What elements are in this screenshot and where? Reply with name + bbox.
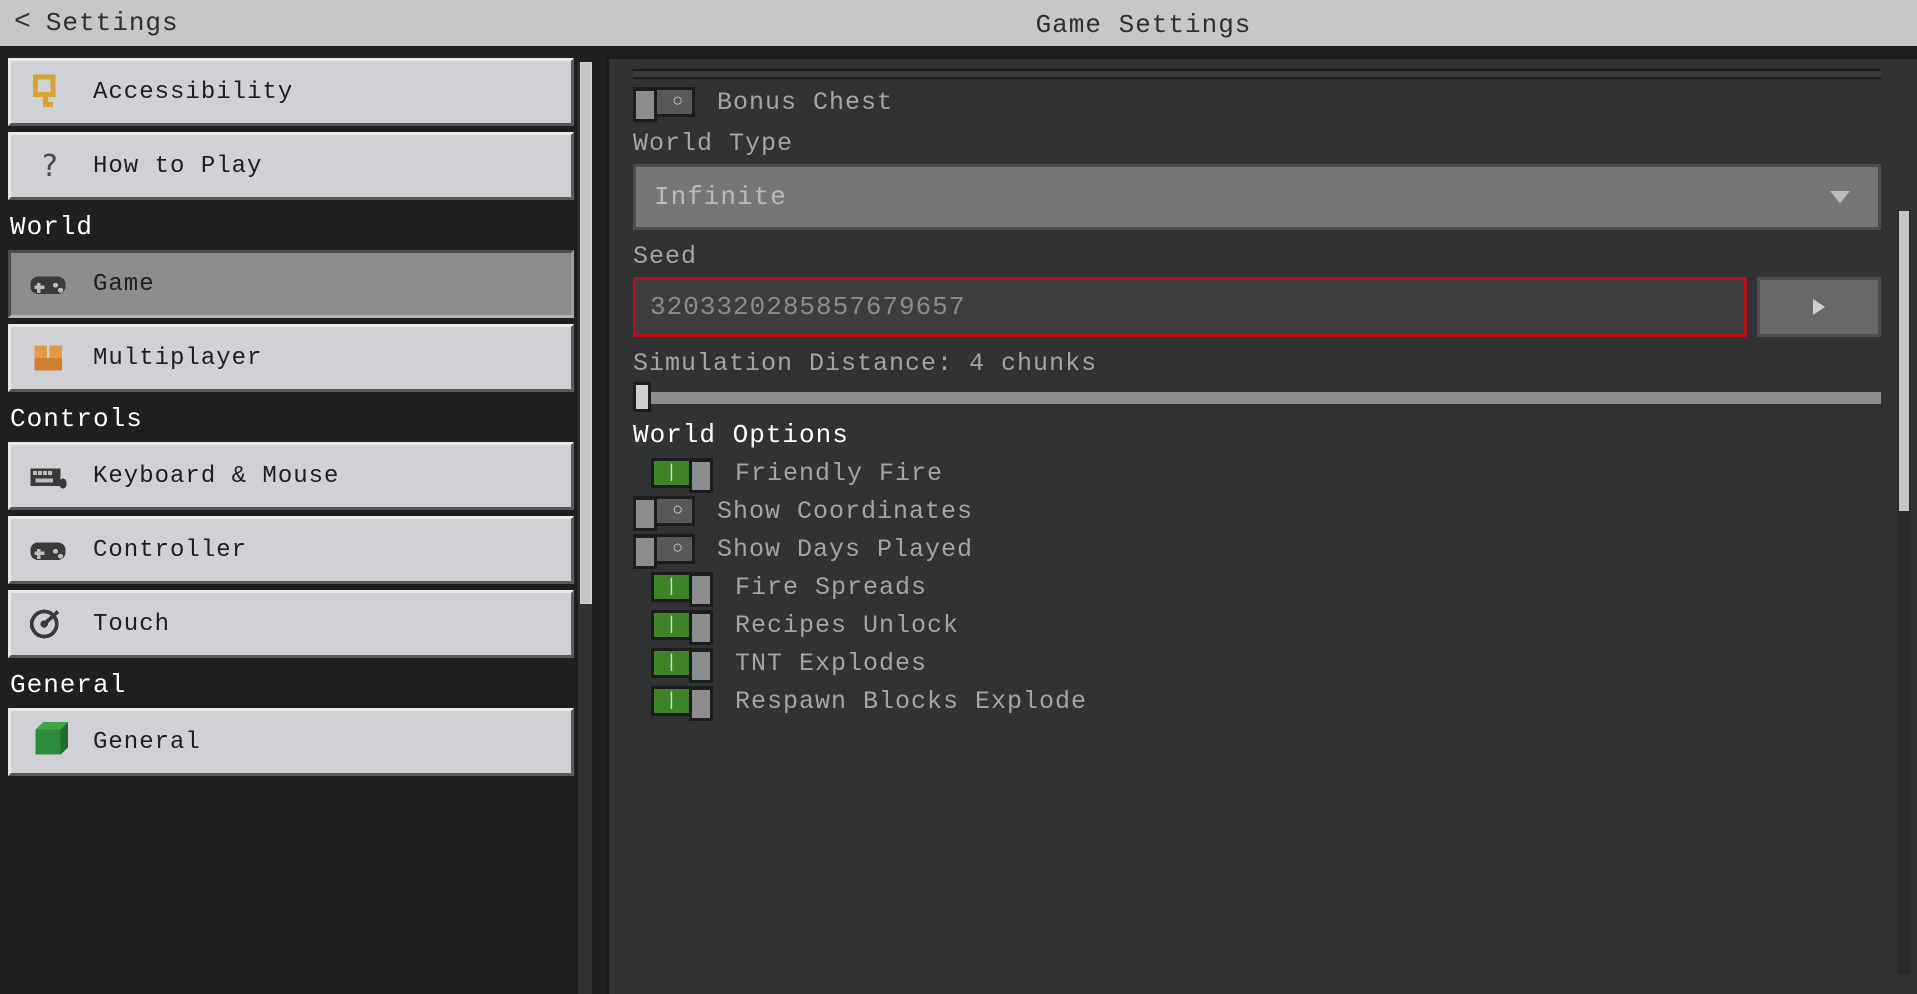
bonus-chest-label: Bonus Chest: [717, 88, 893, 117]
sidebar-item-general[interactable]: General: [8, 708, 574, 776]
sidebar-group-label: Controls: [8, 398, 574, 442]
sidebar-item-how-to-play[interactable]: ? How to Play: [8, 132, 574, 200]
sidebar-item-keyboard-mouse[interactable]: Keyboard & Mouse: [8, 442, 574, 510]
chevron-right-icon: [1813, 299, 1825, 315]
world-type-value: Infinite: [654, 182, 787, 212]
tnt-explodes-toggle[interactable]: [651, 648, 713, 678]
seed-picker-button[interactable]: [1757, 277, 1881, 337]
sidebar-item-game[interactable]: Game: [8, 250, 574, 318]
sidebar-item-label: Controller: [93, 537, 247, 564]
recipes-unlock-toggle[interactable]: [651, 610, 713, 640]
seed-value: 3203320285857679657: [650, 292, 965, 322]
sidebar-item-label: Game: [93, 271, 155, 298]
respawn-blocks-explode-toggle[interactable]: [651, 686, 713, 716]
sidebar-item-controller[interactable]: Controller: [8, 516, 574, 584]
back-button[interactable]: < Settings: [14, 8, 179, 38]
sidebar-item-multiplayer[interactable]: Multiplayer: [8, 324, 574, 392]
show-days-played-label: Show Days Played: [717, 535, 973, 564]
world-type-dropdown[interactable]: Infinite: [633, 164, 1881, 230]
simulation-distance-slider[interactable]: [633, 384, 1881, 410]
svg-text:?: ?: [41, 149, 60, 184]
gamepad-icon: [25, 261, 71, 307]
world-type-label: World Type: [633, 129, 1881, 158]
sidebar-scrollbar-thumb[interactable]: [580, 62, 592, 604]
game-settings-panel: Bonus Chest World Type Infinite Seed 320…: [606, 56, 1917, 994]
chevron-left-icon: <: [14, 9, 32, 37]
bonus-chest-toggle[interactable]: [633, 87, 695, 117]
tnt-explodes-label: TNT Explodes: [735, 649, 927, 678]
page-title: Game Settings: [1036, 10, 1252, 40]
slider-handle[interactable]: [633, 382, 651, 412]
friendly-fire-toggle[interactable]: [651, 458, 713, 488]
simulation-distance-label: Simulation Distance: 4 chunks: [633, 349, 1881, 378]
question-icon: ?: [25, 143, 71, 189]
touch-icon: [25, 601, 71, 647]
keyboard-icon: [25, 453, 71, 499]
main-scrollbar[interactable]: [1897, 211, 1911, 974]
show-days-played-toggle[interactable]: [633, 534, 695, 564]
cube-icon: [25, 719, 71, 765]
sidebar-group-label: World: [8, 206, 574, 250]
sidebar-group-label: General: [8, 664, 574, 708]
main-scrollbar-thumb[interactable]: [1899, 211, 1909, 511]
sidebar-item-label: Touch: [93, 611, 170, 638]
panel-top-divider: [633, 69, 1881, 79]
sidebar-item-label: How to Play: [93, 153, 262, 180]
friendly-fire-label: Friendly Fire: [735, 459, 943, 488]
gamepad-icon: [25, 527, 71, 573]
world-options-heading: World Options: [633, 420, 1881, 450]
recipes-unlock-label: Recipes Unlock: [735, 611, 959, 640]
header-bar: < Settings Game Settings: [0, 0, 1917, 49]
sidebar-scrollbar[interactable]: [578, 62, 592, 994]
show-coordinates-toggle[interactable]: [633, 496, 695, 526]
sidebar-item-label: General: [93, 729, 201, 756]
seed-label: Seed: [633, 242, 1881, 271]
seed-input[interactable]: 3203320285857679657: [633, 277, 1747, 337]
fire-spreads-label: Fire Spreads: [735, 573, 927, 602]
show-coordinates-label: Show Coordinates: [717, 497, 973, 526]
sidebar-item-touch[interactable]: Touch: [8, 590, 574, 658]
people-icon: [25, 335, 71, 381]
sidebar-item-label: Accessibility: [93, 79, 293, 106]
key-icon: [25, 69, 71, 115]
sidebar-item-label: Multiplayer: [93, 345, 262, 372]
sidebar: Accessibility? How to Play World Game Multip…: [8, 58, 592, 994]
sidebar-item-accessibility[interactable]: Accessibility: [8, 58, 574, 126]
sidebar-item-label: Keyboard & Mouse: [93, 463, 339, 490]
fire-spreads-toggle[interactable]: [651, 572, 713, 602]
chevron-down-icon: [1830, 191, 1850, 203]
respawn-blocks-explode-label: Respawn Blocks Explode: [735, 687, 1087, 716]
back-label: Settings: [46, 8, 179, 38]
